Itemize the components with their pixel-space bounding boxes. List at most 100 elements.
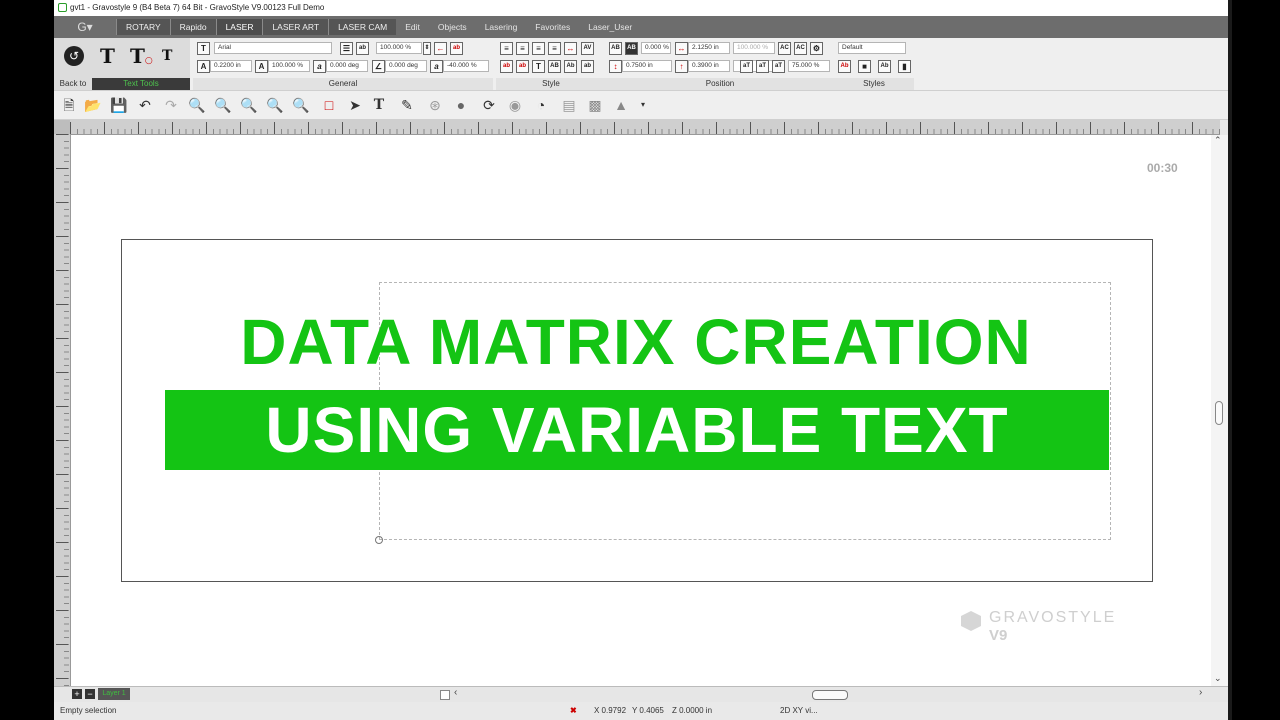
coord-z: Z 0.0000 in — [672, 706, 713, 715]
plate-icon[interactable]: □ — [320, 96, 338, 114]
scroll-up-icon[interactable]: ⌃ — [1214, 135, 1222, 146]
slant-field[interactable]: 0.000 deg — [326, 60, 368, 72]
text-tool-alt-icon[interactable]: T○ — [130, 44, 153, 68]
layer-checkbox[interactable] — [440, 690, 450, 700]
style-edit-icon[interactable]: Ab — [878, 60, 891, 73]
vertical-scroll-thumb[interactable] — [1215, 401, 1223, 425]
font-icon: T — [197, 42, 210, 55]
bold-t-icon[interactable]: T — [532, 60, 545, 73]
align-right-icon[interactable]: ≡ — [532, 42, 545, 55]
layer-tab[interactable]: Layer 1 — [98, 688, 130, 700]
tab-laser[interactable]: LASER — [215, 19, 263, 35]
shadow-ab-icon[interactable]: AB — [625, 42, 638, 55]
machine-icon[interactable]: ▩ — [586, 96, 604, 114]
undo-icon[interactable]: ↶ — [136, 96, 154, 114]
menu-edit[interactable]: Edit — [396, 19, 429, 35]
spacing-ac-icon[interactable]: AC — [794, 42, 807, 55]
vertical-scrollbar[interactable]: ⌃ ⌄ — [1211, 135, 1228, 686]
app-menu-button[interactable]: G▾ — [60, 18, 110, 36]
scroll-right-icon[interactable]: › — [1199, 687, 1202, 698]
refresh-icon[interactable]: ⟳ — [480, 96, 498, 114]
outline-ab-icon[interactable]: AB — [609, 42, 622, 55]
kerning-field[interactable]: 0.000 % — [641, 42, 671, 54]
superscript-icon[interactable]: ab — [500, 60, 513, 73]
toolbar-more-icon[interactable]: ▾ — [634, 96, 652, 114]
menu-lasering[interactable]: Lasering — [476, 19, 527, 35]
color-palette-icon[interactable]: ◔ — [532, 96, 550, 114]
text-tool-small-icon[interactable]: T — [162, 48, 172, 64]
style-delete-icon[interactable]: ▮ — [898, 60, 911, 73]
group-icon[interactable]: ⊛ — [426, 96, 444, 114]
pos-y-icon: ↑ — [675, 60, 688, 73]
list-icon[interactable]: ☰ — [340, 42, 353, 55]
scroll-down-icon[interactable]: ⌄ — [1214, 673, 1222, 684]
node-edit-icon[interactable]: ✎ — [398, 96, 416, 114]
arc-text-icon[interactable]: aT — [740, 60, 753, 73]
zoom-all-icon[interactable]: 🔍 — [292, 96, 310, 114]
settings-icon[interactable]: ⚙ — [810, 42, 823, 55]
indent-icon[interactable]: ← — [434, 42, 447, 55]
new-file-icon[interactable]: 🗎 — [60, 96, 78, 114]
layers-icon[interactable]: ▤ — [560, 96, 578, 114]
horizontal-scroll-thumb[interactable] — [812, 690, 848, 700]
style-save-icon[interactable]: ■ — [858, 60, 871, 73]
redo-icon[interactable]: ↷ — [162, 96, 180, 114]
text-direction-icon[interactable]: ↔ — [564, 42, 577, 55]
menu-favorites[interactable]: Favorites — [526, 19, 579, 35]
small-caps-icon[interactable]: Ab — [564, 60, 577, 73]
style-select[interactable]: Default — [838, 42, 906, 54]
design-canvas[interactable]: 00:30 DATA MATRIX CREATION USING VARIABL… — [71, 135, 1211, 686]
zoom-in-icon[interactable]: 🔍 — [188, 96, 206, 114]
ab-icon[interactable]: ab — [356, 42, 369, 55]
hatch-icon[interactable]: ◉ — [506, 96, 524, 114]
back-to-label: Back to — [54, 78, 92, 90]
caps-icon[interactable]: AB — [548, 60, 561, 73]
frame-ac-icon[interactable]: AC — [778, 42, 791, 55]
text-tool-icon[interactable]: T — [100, 44, 115, 68]
zoom-pct-field[interactable]: 75.000 % — [788, 60, 830, 72]
watermark-version: V9 — [989, 627, 1008, 644]
scroll-left-icon[interactable]: ‹ — [454, 687, 457, 698]
av-icon[interactable]: AV — [581, 42, 594, 55]
menu-objects[interactable]: Objects — [429, 19, 476, 35]
zoom-window-icon[interactable]: 🔍 — [240, 96, 258, 114]
zoom-out-icon[interactable]: 🔍 — [214, 96, 232, 114]
spin-icon[interactable]: ⇕ — [423, 42, 431, 55]
align-left-icon[interactable]: ≡ — [500, 42, 513, 55]
add-layer-button[interactable]: + — [72, 689, 82, 699]
text-icon[interactable]: T — [370, 96, 388, 114]
scale-field[interactable]: 100.000 % — [376, 42, 422, 54]
char-width-field[interactable]: 100.000 % — [268, 60, 310, 72]
angle-field[interactable]: 0.000 deg — [385, 60, 427, 72]
align-center-icon[interactable]: ≡ — [516, 42, 529, 55]
align-justify-icon[interactable]: ≡ — [548, 42, 561, 55]
horizontal-ruler — [70, 120, 1220, 135]
kerning-icon[interactable]: ab — [450, 42, 463, 55]
line-spacing-field[interactable]: 0.7500 in — [622, 60, 672, 72]
tab-rapido[interactable]: Rapido — [169, 19, 216, 35]
pos-y-field[interactable]: 0.3900 in — [688, 60, 730, 72]
back-button[interactable]: ↺ — [64, 46, 84, 66]
remove-layer-button[interactable]: − — [85, 689, 95, 699]
tab-rotary[interactable]: ROTARY — [116, 19, 170, 35]
select-arrow-icon[interactable]: ➤ — [346, 96, 364, 114]
pos-x-field[interactable]: 2.1250 in — [688, 42, 730, 54]
open-folder-icon[interactable]: 📂 — [84, 96, 102, 114]
menu-laser-user[interactable]: Laser_User — [579, 19, 641, 35]
tab-laser-cam[interactable]: LASER CAM — [328, 19, 397, 35]
arc-text-third-icon[interactable]: aT — [772, 60, 785, 73]
shapes-icon[interactable]: ▲ — [612, 96, 630, 114]
font-select[interactable]: Arial — [214, 42, 332, 54]
zoom-fit-icon[interactable]: 🔍 — [266, 96, 284, 114]
subheadline-text[interactable]: USING VARIABLE TEXT — [165, 390, 1109, 470]
char-height-field[interactable]: 0.2200 in — [210, 60, 252, 72]
lowercase-icon[interactable]: ab — [581, 60, 594, 73]
headline-text[interactable]: DATA MATRIX CREATION — [151, 307, 1121, 377]
arc-text-alt-icon[interactable]: aT — [756, 60, 769, 73]
spacing-field[interactable]: -40.000 % — [443, 60, 489, 72]
save-icon[interactable]: 💾 — [110, 96, 128, 114]
style-apply-icon[interactable]: Ab — [838, 60, 851, 73]
combine-icon[interactable]: ● — [452, 96, 470, 114]
tab-laser-art[interactable]: LASER ART — [262, 19, 329, 35]
subscript-icon[interactable]: ab — [516, 60, 529, 73]
